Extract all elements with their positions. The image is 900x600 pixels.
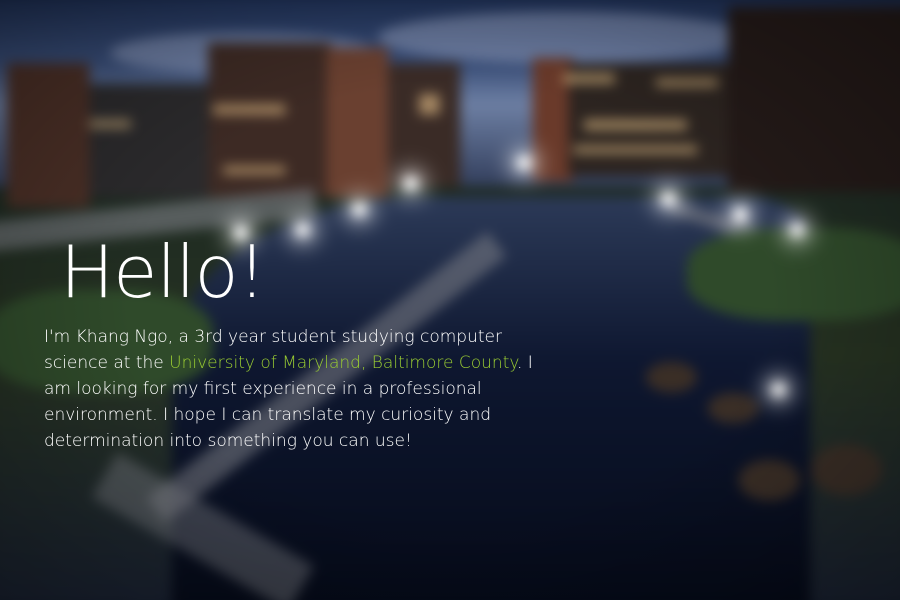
hero-section: Hello! I'm Khang Ngo, a 3rd year student… [0,0,900,600]
university-link[interactable]: University of Maryland, Baltimore County [169,353,517,373]
intro-block: Hello! I'm Khang Ngo, a 3rd year student… [44,228,564,454]
greeting-heading: Hello! [60,230,266,314]
intro-paragraph: I'm Khang Ngo, a 3rd year student studyi… [44,324,564,454]
